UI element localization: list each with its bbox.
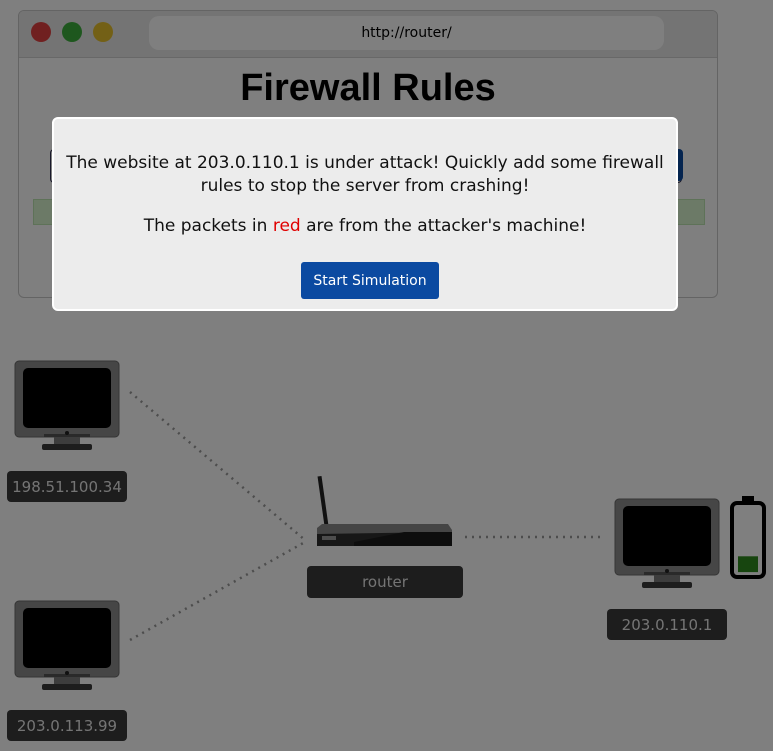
hint-red-word: red [272,216,301,236]
intro-modal: The website at 203.0.110.1 is under atta… [52,117,678,311]
start-simulation-button[interactable]: Start Simulation [301,262,439,299]
modal-backdrop [0,0,773,751]
modal-message: The website at 203.0.110.1 is under atta… [66,153,664,196]
hint-text-after: are from the attacker's machine! [300,216,587,236]
simulation-stage: http://router/ Firewall Rules 198.51.100… [0,0,773,751]
hint-text-before: The packets in [143,216,273,236]
modal-hint: The packets in red are from the attacker… [64,215,666,238]
